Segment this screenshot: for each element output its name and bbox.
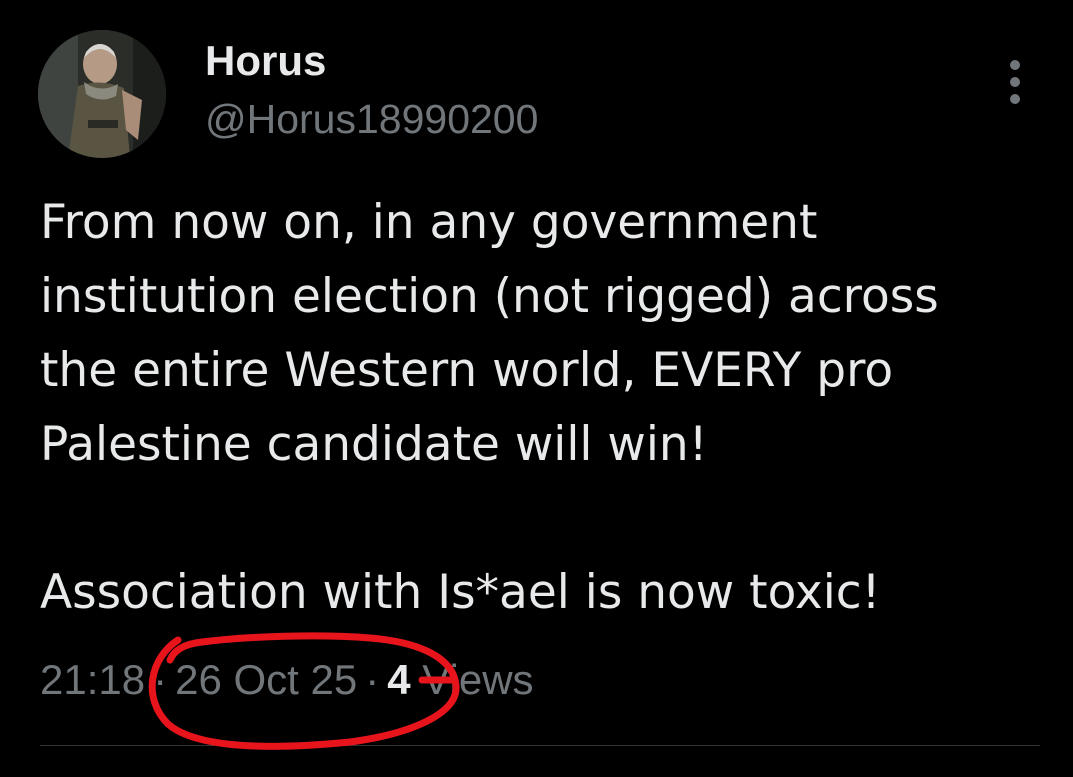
avatar[interactable] <box>38 30 166 158</box>
tweet-text: From now on, in any government instituti… <box>40 186 1050 630</box>
tweet-meta: 21:18 · 26 Oct 25 · 4 Views <box>40 654 534 706</box>
tweet-date[interactable]: 26 Oct 25 <box>175 656 357 703</box>
tweet-time[interactable]: 21:18 <box>40 656 145 703</box>
divider <box>40 745 1040 746</box>
tweet-text-line: the entire Western world, EVERY pro <box>40 343 894 398</box>
author-display-name[interactable]: Horus <box>205 36 326 86</box>
author-handle[interactable]: @Horus18990200 <box>205 94 538 144</box>
separator: · <box>365 656 380 703</box>
tweet-text-line: Palestine candidate will win! <box>40 417 708 472</box>
views-label: Views <box>422 656 534 703</box>
views-count[interactable]: 4 <box>387 656 410 703</box>
tweet-text-line: institution election (not rigged) across <box>40 269 939 324</box>
more-vertical-icon[interactable] <box>1000 58 1030 106</box>
tweet-text-line: Association with Is*ael is now toxic! <box>40 565 881 620</box>
separator: · <box>153 656 168 703</box>
tweet-text-line: From now on, in any government <box>40 195 818 250</box>
